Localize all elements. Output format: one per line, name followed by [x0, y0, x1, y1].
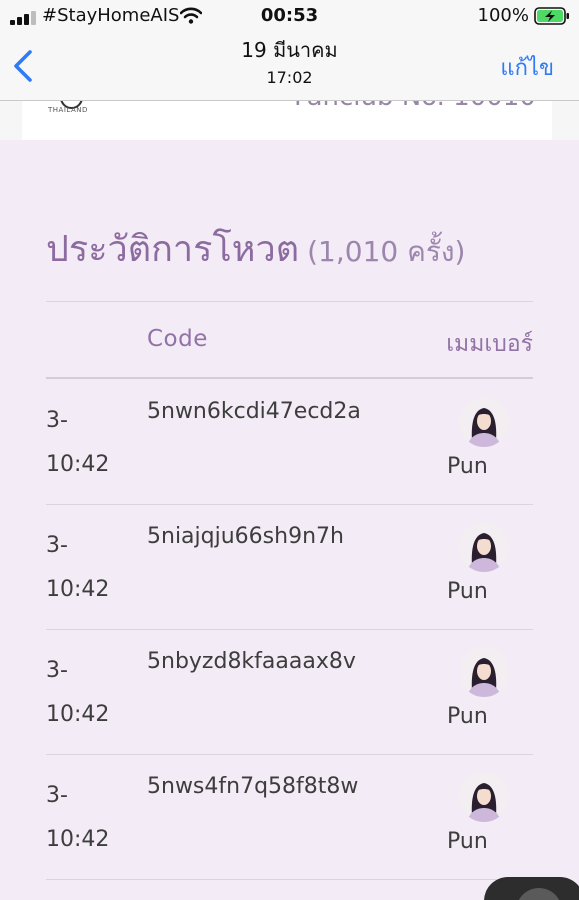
battery-charging-icon [534, 7, 569, 25]
battery-percent: 100% [477, 5, 529, 26]
navigation-bar: 19 มีนาคม 17:02 แก้ไข [0, 34, 579, 101]
header-card: THAILAND Fanclub No. 10010 [22, 100, 552, 140]
cellular-signal-icon [10, 9, 38, 25]
vote-code: 5niajqju66sh9n7h [147, 524, 344, 549]
vote-time: 3- 10:42 [46, 649, 109, 737]
status-time: 00:53 [260, 5, 319, 26]
vote-history-section: ประวัติการโหวต (1,010 ครั้ง) Code เมมเบอร… [0, 140, 579, 900]
member-avatar [459, 772, 509, 822]
vote-time: 3- 10:42 [46, 774, 109, 862]
logo-text: THAILAND [48, 106, 88, 114]
member-name: Pun [447, 704, 488, 729]
vote-time-line1: 3- [46, 783, 68, 808]
screen: #StayHomeAIS 00:53 100% 19 มีนาคม 17:02 … [0, 0, 579, 900]
member-avatar [459, 397, 509, 447]
status-bar: #StayHomeAIS 00:53 100% [0, 0, 579, 34]
photo-time: 17:02 [266, 68, 313, 87]
divider [46, 301, 533, 302]
vote-count: (1,010 ครั้ง) [307, 235, 466, 268]
vote-time-line1: 3- [46, 658, 68, 683]
vote-code: 5nbyzd8kfaaaax8v [147, 649, 356, 674]
column-header-member: เมมเบอร์ [446, 331, 533, 357]
vote-time-line2: 10:42 [46, 452, 110, 477]
column-header-code: Code [147, 326, 208, 352]
history-title-text: ประวัติการโหวต [46, 229, 300, 270]
member-name: Pun [447, 454, 488, 479]
history-title: ประวัติการโหวต (1,010 ครั้ง) [46, 220, 465, 277]
wifi-icon [180, 7, 202, 24]
vote-time-line1: 3- [46, 533, 68, 558]
edit-button[interactable]: แก้ไข [500, 50, 554, 85]
vote-row: 3- 10:42 5nwn6kcdi47ecd2a Pun [46, 379, 533, 504]
vote-time: 3- 10:42 [46, 524, 109, 612]
vote-code: 5nwn6kcdi47ecd2a [147, 399, 361, 424]
carrier-name: #StayHomeAIS [42, 5, 180, 26]
vote-time-line2: 10:42 [46, 702, 110, 727]
photo-date: 19 มีนาคม [241, 38, 338, 62]
fanclub-number: Fanclub No. 10010 [294, 100, 536, 112]
vote-row: 3- 10:42 5niajqju66sh9n7h Pun [46, 504, 533, 629]
member-avatar [459, 522, 509, 572]
member-avatar [459, 647, 509, 697]
vote-row: 3- 10:42 5nws4fn7q58f8t8w Pun [46, 754, 533, 879]
member-name: Pun [447, 579, 488, 604]
vote-code: 5nws4fn7q58f8t8w [147, 774, 359, 799]
row-divider [46, 879, 533, 880]
member-name: Pun [447, 829, 488, 854]
vote-time: 3- 10:42 [46, 399, 109, 487]
vote-time-line2: 10:42 [46, 827, 110, 852]
vote-time-line2: 10:42 [46, 577, 110, 602]
vote-time-line1: 3- [46, 408, 68, 433]
vote-row: 3- 10:42 5nbyzd8kfaaaax8v Pun [46, 629, 533, 754]
